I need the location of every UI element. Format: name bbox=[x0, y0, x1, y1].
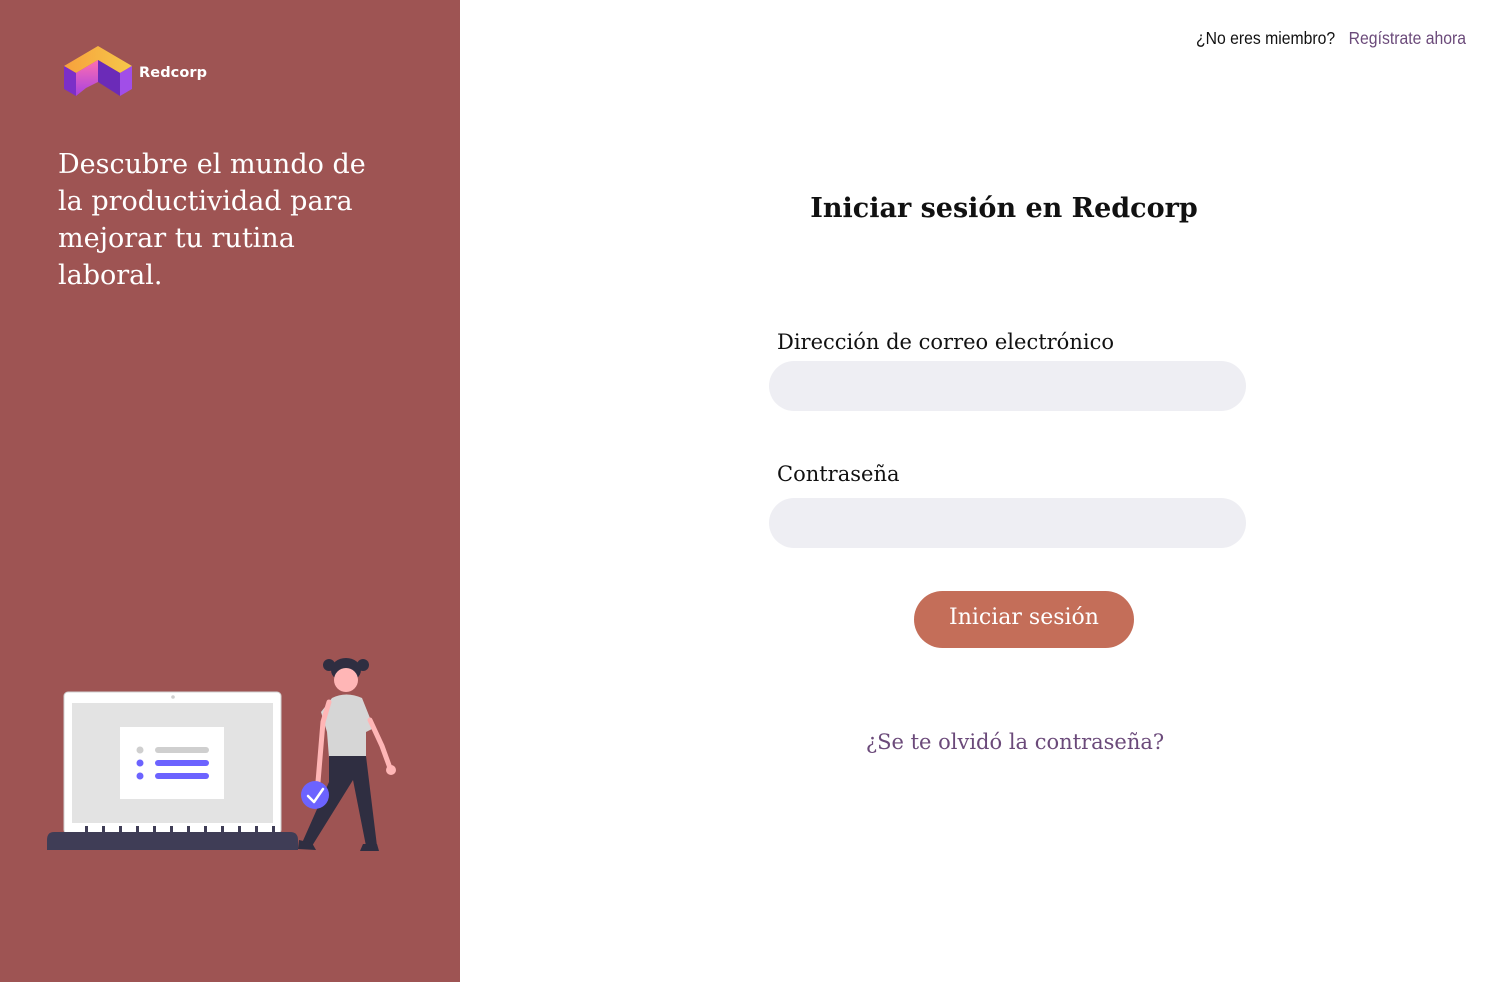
login-title: Iniciar sesión en Redcorp bbox=[810, 193, 1198, 224]
sidebar-tagline: Descubre el mundo de la productividad pa… bbox=[58, 149, 366, 291]
forgot-password-link[interactable]: ¿Se te olvidó la contraseña? bbox=[760, 730, 1270, 754]
brand-logo[interactable]: Redcorp bbox=[62, 44, 212, 98]
email-label: Dirección de correo electrónico bbox=[777, 330, 1114, 354]
not-member-text: ¿No eres miembro? bbox=[1196, 28, 1336, 48]
person-with-laptop-illustration bbox=[47, 658, 396, 851]
cube-logo-icon bbox=[64, 46, 132, 96]
signup-link[interactable]: Regístrate ahora bbox=[1349, 28, 1466, 49]
brand-name: Redcorp bbox=[139, 65, 208, 81]
email-field[interactable] bbox=[769, 361, 1246, 411]
login-button[interactable]: Iniciar sesión bbox=[914, 591, 1134, 648]
password-field[interactable] bbox=[769, 498, 1246, 548]
password-label: Contraseña bbox=[777, 462, 900, 486]
brand-sidebar: Redcorp Descubre el mundo de la producti… bbox=[0, 0, 460, 982]
signup-prompt: ¿No eres miembro? Regístrate ahora bbox=[1196, 28, 1466, 49]
